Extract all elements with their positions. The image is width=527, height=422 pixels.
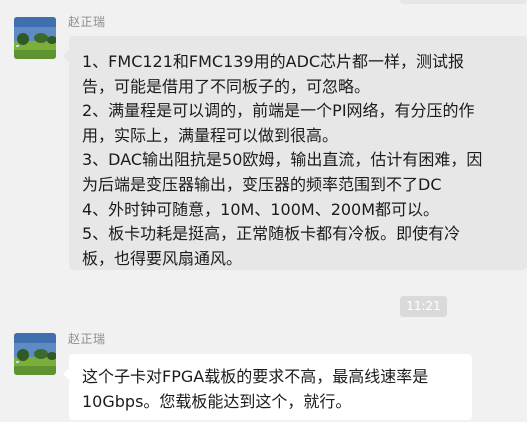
sender-avatar[interactable] — [14, 17, 56, 59]
message-line: 1、FMC121和FMC139用的ADC芯片都一样，测试报 — [82, 52, 465, 71]
message-line: 板，也得要风扇通风。 — [82, 248, 243, 268]
message-line: 告，可能是借用了不同板子的，可忽略。 — [82, 76, 371, 96]
avatar-image — [14, 17, 56, 59]
message-line: 用，实际上，满量程可以做到很高。 — [82, 125, 339, 145]
sender-name: 赵正瑞 — [68, 332, 106, 346]
message-line: 3、DAC输出阻抗是50欧姆，输出直流，估计有困难，因 — [82, 150, 483, 170]
message-line: 为后端是变压器输出，变压器的频率范围到不了DC — [82, 174, 442, 194]
timestamp-divider: 11:21 — [400, 296, 447, 317]
message-line: 4、外时钟可随意，10M、100M、200M都可以。 — [82, 199, 440, 219]
message-line: 2、满量程是可以调的，前端是一个PI网络，有分压的作 — [82, 101, 475, 121]
previous-message-bubble-edge — [400, 0, 527, 4]
message-line: 这个子卡对FPGA载板的要求不高，最高线速率是 — [82, 367, 429, 386]
avatar-image — [14, 333, 56, 375]
message-line: 10Gbps。您载板能达到这个，就行。 — [82, 391, 352, 411]
message-bubble[interactable]: 1、FMC121和FMC139用的ADC芯片都一样，测试报 告，可能是借用了不同… — [63, 36, 527, 270]
sender-name: 赵正瑞 — [68, 15, 106, 29]
message-bubble[interactable]: 这个子卡对FPGA载板的要求不高，最高线速率是 10Gbps。您载板能达到这个，… — [63, 354, 472, 420]
sender-avatar[interactable] — [14, 333, 56, 375]
message-line: 5、板卡功耗是挺高，正常随板卡都有冷板。即使有冷 — [82, 224, 461, 244]
